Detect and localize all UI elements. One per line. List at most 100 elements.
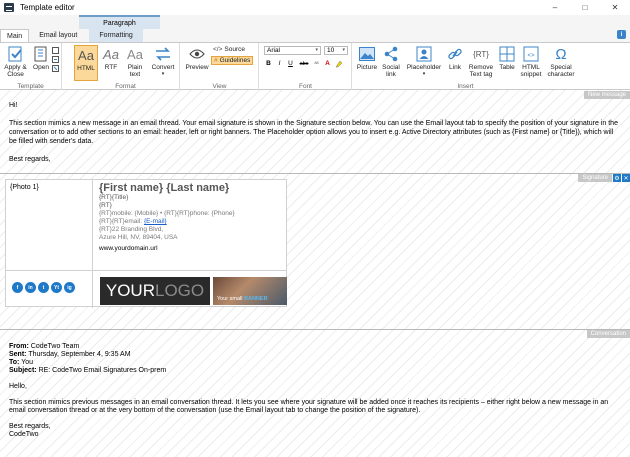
format-aa-italic-icon: Aa (103, 46, 119, 62)
maximize-button[interactable]: □ (570, 0, 600, 15)
conversation-closing: Best regards, CodeTwo (9, 423, 623, 439)
picture-button[interactable]: Picture (356, 45, 378, 71)
ribbon-tabs: Main Email layout Formatting (0, 29, 143, 42)
link-label: Link (449, 64, 461, 71)
signature-address-1: {RT}22 Branding Blvd, (99, 226, 164, 233)
template-extra-icon-1[interactable] (52, 47, 59, 54)
signature-email-prefix: {RT}{RT}email: (99, 218, 144, 225)
new-message-section[interactable]: Hi! This section mimics a new message in… (9, 101, 621, 173)
italic-button[interactable]: I (275, 59, 284, 68)
open-icon (32, 45, 50, 63)
subject-value: RE: CodeTwo Email Signatures On-prem (36, 367, 167, 374)
conversation-divider (0, 329, 630, 330)
tab-email-layout[interactable]: Email layout (33, 29, 83, 42)
font-color-icon[interactable]: A (323, 59, 332, 68)
social-icons: f in t Yt ig (12, 282, 75, 293)
twitter-icon[interactable]: t (38, 282, 49, 293)
conversation-sent: Sent: Thursday, September 4, 9:35 AM (9, 351, 623, 359)
facebook-icon[interactable]: f (12, 282, 23, 293)
share-icon (382, 45, 400, 63)
close-button[interactable]: ✕ (600, 0, 630, 15)
minimize-button[interactable]: – (540, 0, 570, 15)
bold-button[interactable]: B (264, 59, 273, 68)
font-size-select[interactable]: 10 ▾ (324, 46, 348, 55)
section-tag-new-message: New message (583, 91, 630, 99)
font-family-select[interactable]: Arial ▾ (264, 46, 321, 55)
guidelines-toggle[interactable]: # Guidelines (211, 56, 254, 65)
format-aa-plain-icon: Aa (127, 46, 143, 62)
group-label-format: Format (115, 83, 136, 90)
link-button[interactable]: Link (446, 45, 464, 71)
instagram-icon[interactable]: ig (64, 282, 75, 293)
rtf-format-button[interactable]: Aa RTF (102, 45, 120, 72)
strikethrough-button[interactable]: abc (298, 59, 310, 68)
signature-address-2: Azure Hill, NV, 89404, USA (99, 234, 178, 241)
table-button[interactable]: Table (498, 45, 516, 71)
placeholder-label: Placeholder (406, 64, 442, 71)
social-link-button[interactable]: Social link (380, 45, 402, 78)
special-character-button[interactable]: Ω Special character (546, 45, 576, 79)
group-label-view: View (212, 83, 227, 90)
html-snippet-icon: <> (522, 45, 540, 63)
window-title: Template editor (20, 3, 75, 12)
signature-name: {First name} {Last name} (99, 182, 230, 194)
logo-text-main: YOUR (105, 281, 155, 300)
open-button[interactable]: Open (32, 45, 50, 71)
banner-text-prefix: Your small (217, 296, 245, 302)
linkedin-icon[interactable]: in (25, 282, 36, 293)
html-format-button[interactable]: Aa HTML (74, 45, 98, 81)
group-format: Aa HTML Aa RTF Aa Plain text Convert ▾ F… (72, 43, 180, 91)
apply-close-button[interactable]: Apply & Close (2, 45, 29, 78)
highlight-icon[interactable] (334, 59, 343, 68)
group-label-insert: Insert (457, 83, 474, 90)
info-icon[interactable]: i (617, 30, 626, 39)
font-family-value: Arial (267, 47, 281, 54)
group-view: Preview </> Source # Guidelines View (181, 43, 259, 91)
apply-close-label: Apply & Close (4, 64, 27, 78)
superscript-icon[interactable]: ᴬᴮ (312, 59, 321, 68)
signature-row-divider (6, 270, 286, 271)
guidelines-grid-icon: # (214, 57, 218, 64)
convert-button[interactable]: Convert ▾ (150, 45, 176, 78)
tab-formatting[interactable]: Formatting (89, 29, 143, 42)
omega-icon: Ω (555, 45, 567, 63)
placeholder-chevron-icon: ▾ (422, 71, 426, 77)
underline-button[interactable]: U (286, 59, 295, 68)
title-bar: Template editor – □ ✕ (0, 0, 630, 15)
tab-main[interactable]: Main (0, 29, 30, 42)
signature-settings-icon[interactable]: ⚙ (613, 174, 621, 182)
social-link-label: Social link (382, 64, 400, 78)
signature-phone: {RT}mobile: {Mobile} • {RT}{RT}phone: {P… (99, 210, 235, 217)
template-extra-icon-2[interactable] (52, 56, 59, 63)
signature-photo-placeholder: {Photo 1} (10, 184, 39, 191)
youtube-icon[interactable]: Yt (51, 282, 62, 293)
source-label: Source (224, 46, 246, 53)
source-button[interactable]: </> Source (213, 46, 245, 53)
editor-canvas[interactable]: New message Hi! This section mimics a ne… (0, 90, 630, 457)
new-message-closing: Best regards, (9, 156, 51, 163)
guidelines-label: Guidelines (219, 57, 251, 64)
signature-info: {First name} {Last name} {RT}{Title} {RT… (99, 182, 235, 253)
signature-table[interactable]: {Photo 1} {First name} {Last name} {RT}{… (5, 179, 287, 308)
signature-banner: Your small BANNER (213, 277, 287, 305)
table-label: Table (499, 64, 515, 71)
convert-label: Convert (151, 64, 175, 71)
signature-rt-line: {RT} (99, 202, 112, 209)
signature-email-link[interactable]: {E-mail} (144, 218, 167, 225)
template-extra-icon-3[interactable] (52, 65, 59, 72)
group-insert: Picture Social link Placeholder ▾ Link {… (353, 43, 578, 91)
group-label-font: Font (298, 83, 312, 90)
preview-button[interactable]: Preview (184, 45, 210, 71)
font-size-chevron-icon: ▾ (342, 47, 345, 53)
plain-text-format-button[interactable]: Aa Plain text (124, 45, 146, 79)
remove-text-tag-button[interactable]: {RT} Remove Text tag (467, 45, 495, 78)
conversation-section[interactable]: From: CodeTwo Team Sent: Thursday, Septe… (9, 343, 623, 439)
html-snippet-button[interactable]: <> HTML snippet (519, 45, 543, 78)
signature-title: {RT}{Title} (99, 194, 129, 201)
text-tag-icon: {RT} (473, 49, 489, 59)
placeholder-button[interactable]: Placeholder ▾ (405, 45, 443, 78)
picture-label: Picture (356, 64, 378, 71)
conversation-closing-2: CodeTwo (9, 431, 39, 438)
signature-close-icon[interactable]: ✕ (622, 174, 630, 182)
signature-email-line: {RT}{RT}email: {E-mail} (99, 218, 235, 226)
